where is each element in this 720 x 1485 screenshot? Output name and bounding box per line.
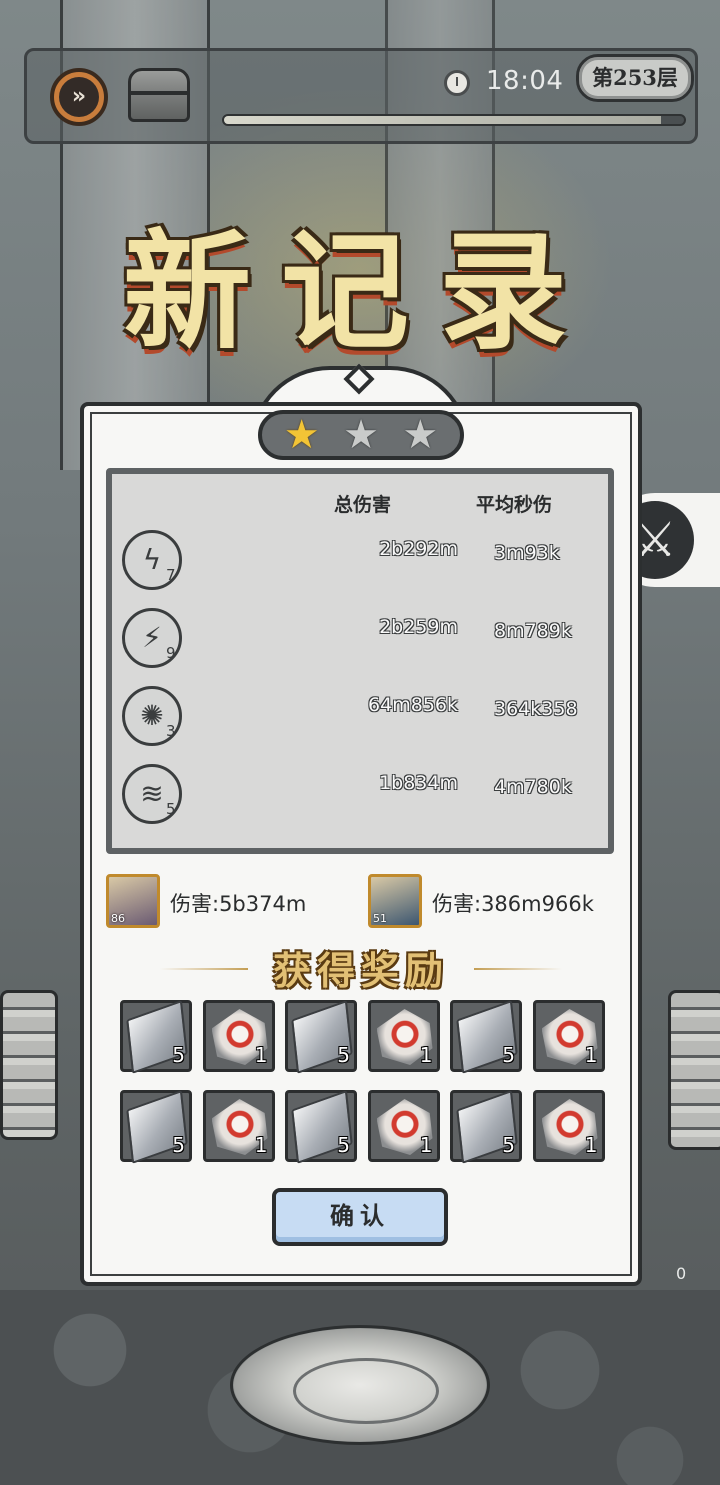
skill-row: ≋ 5 1b834m 4m780k (112, 764, 608, 834)
skill-avg-dps: 3m93k (494, 542, 560, 564)
fast-forward-icon: » (59, 77, 99, 117)
skill-row: ϟ 7 2b292m 3m93k (112, 530, 608, 600)
reward-item[interactable]: 1 (202, 1090, 275, 1162)
star-rating: ★ ★ ★ (258, 410, 464, 460)
star-icon: ★ (283, 412, 320, 458)
hero-portrait[interactable]: 86 (106, 874, 160, 928)
skill-avg-dps: 4m780k (494, 776, 572, 798)
skill-level: 9 (166, 644, 176, 662)
timer: 18:04 (486, 66, 564, 96)
star-icon: ★ (402, 412, 439, 458)
reward-item[interactable]: 1 (202, 1000, 275, 1072)
reward-quantity: 5 (172, 1133, 185, 1157)
skill-level: 3 (166, 722, 176, 740)
coin-stack-left (0, 990, 58, 1140)
skill-total-damage: 2b259m (379, 616, 458, 638)
reward-quantity: 5 (502, 1043, 515, 1067)
clock-icon (444, 70, 470, 96)
progress-bar (222, 114, 686, 126)
reward-quantity: 1 (254, 1133, 268, 1157)
reward-quantity: 1 (584, 1043, 598, 1067)
reward-quantity: 5 (337, 1043, 350, 1067)
hero-portrait[interactable]: 51 (368, 874, 422, 928)
skill-avg-dps: 364k358 (494, 698, 578, 720)
corner-counter: 0 (676, 1264, 687, 1283)
hero-damage: 伤害:5b374m (170, 892, 307, 916)
reward-item[interactable]: 1 (367, 1090, 440, 1162)
reward-item[interactable]: 5 (450, 1000, 522, 1074)
hero-damage-entry: 86 伤害:5b374m (106, 874, 346, 930)
progress-bar-fill (224, 116, 661, 124)
hero-damage-entry: 51 伤害:386m966k (368, 874, 628, 930)
header-total-damage: 总伤害 (334, 494, 392, 516)
reward-item[interactable]: 5 (285, 1000, 357, 1074)
skill-row: ⚡ 9 2b259m 8m789k (112, 608, 608, 678)
reward-item[interactable]: 1 (367, 1000, 440, 1072)
reward-quantity: 1 (584, 1133, 598, 1157)
skill-level: 5 (166, 800, 176, 818)
reward-quantity: 1 (419, 1043, 433, 1067)
skill-total-damage: 2b292m (379, 538, 458, 560)
reward-item[interactable]: 1 (532, 1000, 605, 1072)
reward-item[interactable]: 5 (450, 1090, 522, 1164)
reward-item[interactable]: 5 (120, 1000, 192, 1074)
reward-quantity: 5 (502, 1133, 515, 1157)
header-avg-dps: 平均秒伤 (476, 494, 553, 516)
reward-quantity: 5 (337, 1133, 350, 1157)
reward-item[interactable]: 1 (532, 1090, 605, 1162)
water-ripple (230, 1325, 490, 1445)
coin-stack-right (668, 990, 720, 1150)
damage-stats-table: 总伤害 平均秒伤 ϟ 7 2b292m 3m93k ⚡ 9 2b259m 8m7… (106, 468, 614, 854)
reward-quantity: 1 (254, 1043, 268, 1067)
reward-item[interactable]: 5 (120, 1090, 192, 1164)
reward-item[interactable]: 5 (285, 1090, 357, 1164)
floor-badge: 第253层 (576, 54, 694, 102)
star-icon: ★ (343, 412, 379, 458)
treasure-chest-icon[interactable] (128, 68, 190, 122)
skill-avg-dps: 8m789k (494, 620, 572, 642)
skill-total-damage: 64m856k (368, 694, 458, 716)
skill-total-damage: 1b834m (379, 772, 458, 794)
reward-quantity: 5 (172, 1043, 185, 1067)
skill-level: 7 (166, 566, 176, 584)
new-record-title: 新记录 (122, 217, 597, 367)
hero-level: 51 (373, 912, 387, 925)
hero-level: 86 (111, 912, 125, 925)
hero-damage: 伤害:386m966k (432, 892, 594, 916)
reward-quantity: 1 (419, 1133, 433, 1157)
confirm-button[interactable]: 确认 (272, 1188, 448, 1246)
fast-forward-button[interactable]: » (50, 68, 108, 126)
rewards-title: 获得奖励 (272, 948, 449, 993)
skill-row: ✺ 3 64m856k 364k358 (112, 686, 608, 756)
